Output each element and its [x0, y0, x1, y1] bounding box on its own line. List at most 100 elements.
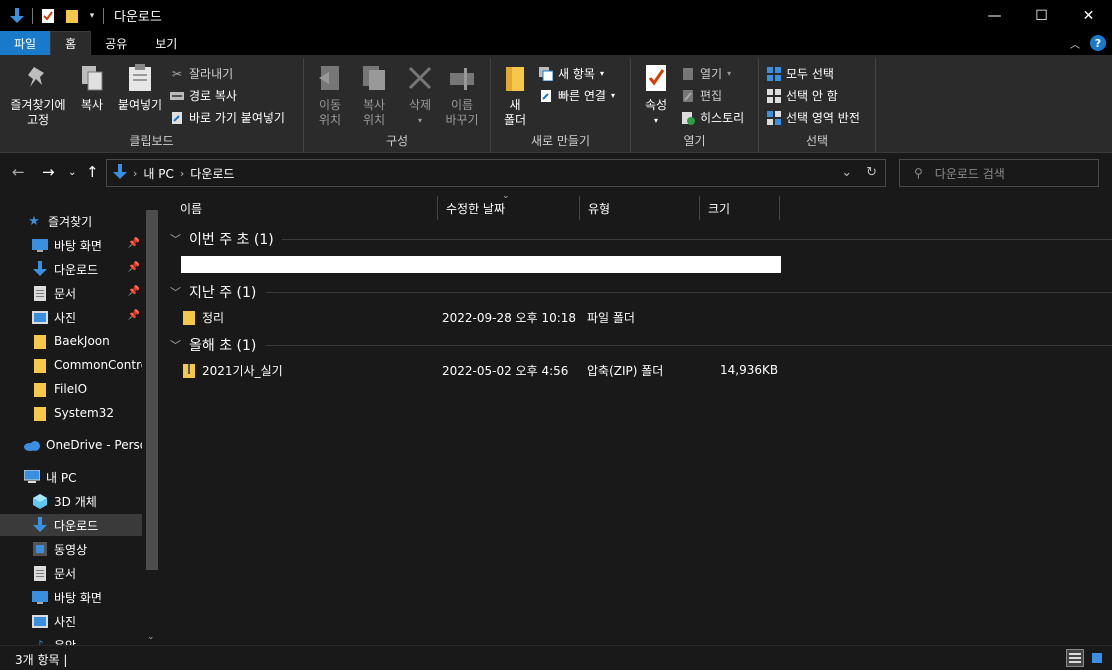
new-folder-button[interactable]: 새 폴더	[497, 62, 533, 128]
easy-access-icon	[539, 89, 553, 103]
tab-share[interactable]: 공유	[91, 31, 141, 55]
document-icon	[32, 565, 48, 581]
scroll-down-icon[interactable]: ⌄	[147, 632, 155, 642]
close-button[interactable]: ✕	[1065, 0, 1112, 31]
window-title: 다운로드	[114, 10, 162, 25]
group-header-last-week[interactable]: ﹀ 지난 주 (1)	[170, 282, 256, 302]
nav-onedrive[interactable]: OneDrive - Persor	[0, 434, 142, 456]
forward-button[interactable]: →	[42, 163, 55, 181]
properties-button[interactable]: 속성 ▾	[637, 62, 675, 128]
pin-to-quick-access-button[interactable]: 즐겨찾기에 고정	[6, 62, 70, 128]
copy-path-button[interactable]: 경로 복사	[170, 87, 237, 104]
nav-scrollbar-thumb[interactable]	[146, 210, 158, 570]
nav-item-documents[interactable]: 문서 📌	[0, 282, 142, 304]
delete-button[interactable]: 삭제 ▾	[402, 62, 438, 128]
nav-pc-music[interactable]: ♪ 음악	[0, 634, 142, 645]
breadcrumb-chevron-icon[interactable]: ›	[180, 167, 184, 180]
nav-pc-3d-objects[interactable]: 3D 개체	[0, 490, 142, 512]
desktop-icon	[32, 589, 48, 605]
nav-item-desktop[interactable]: 바탕 화면 📌	[0, 234, 142, 256]
details-view-button[interactable]	[1066, 649, 1084, 667]
select-none-button[interactable]: 선택 안 함	[767, 87, 838, 104]
group-collapse-icon[interactable]: ﹀	[170, 284, 181, 300]
group-collapse-icon[interactable]: ﹀	[170, 337, 181, 353]
edit-icon	[681, 89, 695, 103]
group-divider	[266, 292, 1112, 293]
column-name[interactable]: 이름	[172, 196, 438, 220]
nav-scrollbar[interactable]: ⌄	[144, 210, 158, 645]
nav-pc-downloads[interactable]: 다운로드	[0, 514, 142, 536]
clipboard-group-label: 클립보드	[129, 134, 174, 148]
address-bar[interactable]: › 내 PC › 다운로드 ⌄ ↻	[106, 159, 886, 187]
pin-icon: 📌	[127, 262, 140, 273]
invert-selection-button[interactable]: 선택 영역 반전	[767, 109, 860, 126]
nav-item-baekjoon[interactable]: BaekJoon	[0, 330, 142, 352]
zip-folder-icon	[182, 360, 196, 380]
clipboard-group: 즐겨찾기에 고정 복사 붙여넣기 ✂ 잘라내기 경로 복사 바로 가기 붙여넣기…	[0, 58, 304, 152]
pin-icon	[22, 62, 54, 94]
breadcrumb-downloads[interactable]: 다운로드	[190, 165, 234, 182]
file-type: 압축(ZIP) 폴더	[587, 363, 664, 378]
nav-pc-pictures[interactable]: 사진	[0, 610, 142, 632]
properties-icon	[640, 62, 672, 94]
nav-item-downloads[interactable]: 다운로드 📌	[0, 258, 142, 280]
new-item-button[interactable]: 새 항목 ▾	[539, 65, 604, 82]
new-folder-quick-icon[interactable]	[63, 7, 81, 25]
up-button[interactable]: ↑	[86, 163, 99, 181]
download-icon	[32, 517, 48, 533]
column-size[interactable]: 크기	[700, 196, 780, 220]
nav-item-fileio[interactable]: FileIO	[0, 378, 142, 400]
folder-icon	[32, 381, 48, 397]
edit-button[interactable]: 편집	[681, 87, 722, 104]
file-row[interactable]: 2021기사_실기 2022-05-02 오후 4:56 압축(ZIP) 폴더 …	[180, 360, 800, 380]
history-button[interactable]: 히스토리	[681, 109, 744, 126]
rename-button[interactable]: 이름 바꾸기	[442, 62, 482, 128]
back-button[interactable]: ←	[12, 163, 25, 181]
organize-group-label: 구성	[385, 134, 409, 148]
recent-locations-button[interactable]: ⌄	[68, 167, 76, 178]
tab-file[interactable]: 파일	[0, 31, 51, 55]
breadcrumb-chevron-icon[interactable]: ›	[133, 167, 137, 180]
file-row[interactable]: 정리 2022-09-28 오후 10:18 파일 폴더	[180, 307, 780, 327]
folder-icon	[182, 307, 196, 327]
properties-quick-icon[interactable]	[39, 7, 57, 25]
breadcrumb-this-pc[interactable]: 내 PC	[143, 165, 173, 182]
tab-view[interactable]: 보기	[141, 31, 191, 55]
paste-shortcut-button[interactable]: 바로 가기 붙여넣기	[170, 109, 285, 126]
group-header-early-this-year[interactable]: ﹀ 올해 초 (1)	[170, 335, 256, 355]
group-header-early-this-week[interactable]: ﹀ 이번 주 초 (1)	[170, 229, 274, 249]
move-to-icon	[314, 62, 346, 94]
address-dropdown-icon[interactable]: ⌄	[841, 165, 852, 180]
nav-pc-desktop[interactable]: 바탕 화면	[0, 586, 142, 608]
nav-item-pictures[interactable]: 사진 📌	[0, 306, 142, 328]
copy-to-button[interactable]: 복사 위치	[354, 62, 394, 128]
tab-home[interactable]: 홈	[50, 31, 92, 55]
collapse-ribbon-icon[interactable]: ︿	[1070, 36, 1080, 51]
open-button[interactable]: 열기 ▾	[681, 65, 731, 82]
search-box[interactable]: ⚲ 다운로드 검색	[899, 159, 1099, 187]
move-to-button[interactable]: 이동 위치	[310, 62, 350, 128]
nav-item-system32[interactable]: System32	[0, 402, 142, 424]
maximize-button[interactable]: ☐	[1018, 0, 1065, 31]
minimize-button[interactable]: —	[971, 0, 1018, 31]
help-icon[interactable]: ?	[1090, 35, 1106, 51]
folder-icon	[32, 333, 48, 349]
nav-pc-documents[interactable]: 문서	[0, 562, 142, 584]
nav-item-commoncontrol[interactable]: CommonContro	[0, 354, 142, 376]
large-icons-view-button[interactable]	[1088, 649, 1106, 667]
new-group-label: 새로 만들기	[530, 134, 590, 148]
customize-quick-access-icon[interactable]: ▾	[87, 7, 97, 25]
group-collapse-icon[interactable]: ﹀	[170, 231, 181, 247]
cut-button[interactable]: ✂ 잘라내기	[170, 65, 233, 82]
navigation-pane: ★ 즐겨찾기 바탕 화면 📌 다운로드 📌 문서 📌 사진 📌 BaekJoon…	[0, 193, 160, 645]
nav-quick-access[interactable]: ★ 즐겨찾기	[0, 210, 142, 232]
copy-button[interactable]: 복사	[76, 62, 108, 113]
paste-button[interactable]: 붙여넣기	[114, 62, 166, 113]
easy-access-button[interactable]: 빠른 연결 ▾	[539, 87, 615, 104]
search-icon: ⚲	[914, 166, 923, 180]
refresh-icon[interactable]: ↻	[866, 165, 877, 180]
column-type[interactable]: 유형	[580, 196, 700, 220]
nav-this-pc[interactable]: 내 PC	[0, 466, 142, 488]
nav-pc-videos[interactable]: 동영상	[0, 538, 142, 560]
select-all-button[interactable]: 모두 선택	[767, 65, 834, 82]
